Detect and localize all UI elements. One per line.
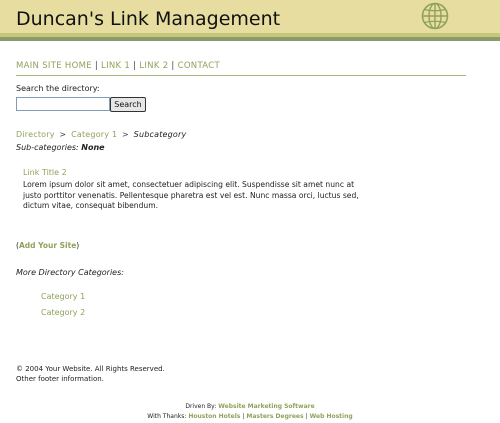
top-navigation: MAIN SITE HOME | LINK 1 | LINK 2 | CONTACT	[16, 61, 466, 76]
breadcrumb-current: Subcategory	[133, 130, 187, 139]
nav-link-2[interactable]: LINK 2	[139, 61, 168, 71]
search-label: Search the directory:	[16, 84, 100, 93]
header-stripe-dark	[0, 37, 500, 41]
listing-title-link[interactable]: Link Title 2	[23, 168, 67, 177]
add-site-line: (Add Your Site)	[16, 241, 79, 250]
credits: Driven By: Website Marketing Software Wi…	[0, 402, 500, 421]
more-categories-heading: More Directory Categories:	[16, 268, 124, 277]
category-link-2[interactable]: Category 2	[41, 308, 85, 317]
subcategories-label: Sub-categories:	[16, 143, 79, 152]
credits-link-web-hosting[interactable]: Web Hosting	[310, 413, 353, 420]
category-link-1[interactable]: Category 1	[41, 292, 85, 301]
subcategories-line: Sub-categories: None	[16, 143, 105, 152]
add-site-link[interactable]: Add Your Site	[19, 241, 76, 250]
breadcrumb: Directory > Category 1 > Subcategory	[16, 130, 186, 139]
credits-driven-link[interactable]: Website Marketing Software	[218, 403, 314, 410]
nav-main-site-home[interactable]: MAIN SITE HOME	[16, 61, 92, 71]
breadcrumb-arrow: >	[59, 130, 67, 139]
footer: © 2004 Your Website. All Rights Reserved…	[16, 364, 165, 384]
footer-info: Other footer information.	[16, 375, 104, 383]
credits-driven-prefix: Driven By:	[185, 403, 217, 410]
search-button[interactable]: Search	[110, 97, 146, 112]
globe-icon	[421, 2, 449, 30]
site-header: Duncan's Link Management	[0, 0, 500, 36]
credits-link-masters-degrees[interactable]: Masters Degrees	[246, 413, 303, 420]
nav-contact[interactable]: CONTACT	[178, 61, 220, 71]
credits-driven-line: Driven By: Website Marketing Software	[0, 402, 500, 412]
nav-separator: |	[133, 61, 137, 71]
credits-thanks-line: With Thanks: Houston Hotels | Masters Degr…	[0, 412, 500, 422]
credits-thanks-prefix: With Thanks:	[147, 412, 187, 420]
subcategories-value: None	[81, 143, 105, 152]
breadcrumb-arrow: >	[122, 130, 129, 139]
listing-description: Lorem ipsum dolor sit amet, consectetuer…	[23, 180, 359, 210]
site-title: Duncan's Link Management	[16, 8, 281, 30]
nav-separator: |	[171, 61, 175, 71]
breadcrumb-category[interactable]: Category 1	[71, 130, 117, 139]
breadcrumb-directory[interactable]: Directory	[16, 130, 55, 139]
add-site-close-paren: )	[76, 241, 80, 250]
footer-copyright: © 2004 Your Website. All Rights Reserved…	[16, 365, 165, 373]
nav-separator: |	[94, 61, 99, 71]
nav-link-1[interactable]: LINK 1	[101, 61, 130, 71]
credits-link-houston-hotels[interactable]: Houston Hotels	[188, 413, 240, 420]
search-input[interactable]	[16, 97, 110, 111]
